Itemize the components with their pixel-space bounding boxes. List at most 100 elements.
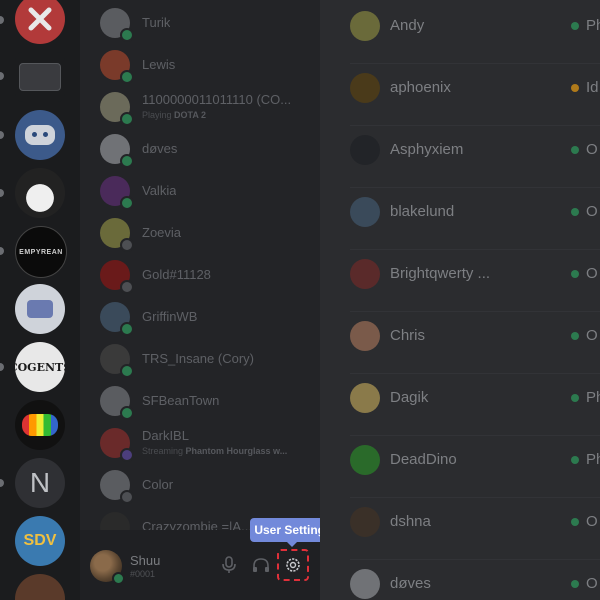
dm-item[interactable]: Zoevia bbox=[100, 212, 310, 252]
gear-icon bbox=[286, 558, 300, 572]
friend-row[interactable]: Brightqwerty ... O bbox=[350, 249, 600, 312]
friend-name: Brightqwerty ... bbox=[390, 265, 491, 282]
friend-status-dot bbox=[571, 22, 579, 30]
friend-name: Chris bbox=[390, 327, 426, 344]
friend-avatar bbox=[350, 507, 380, 537]
server-cogents-icon[interactable]: COGENTS bbox=[15, 342, 65, 392]
server-n-icon[interactable]: N bbox=[15, 458, 65, 508]
friend-row[interactable]: døves O bbox=[350, 559, 600, 600]
status-indicator bbox=[120, 322, 134, 336]
unread-indicator bbox=[0, 247, 4, 255]
friend-name: blakelund bbox=[390, 203, 455, 220]
status-indicator bbox=[120, 280, 134, 294]
server-robot-icon[interactable] bbox=[15, 110, 65, 160]
cat-icon bbox=[15, 168, 65, 218]
dm-item[interactable]: DarkIBL Streaming Phantom Hourglass w... bbox=[100, 422, 310, 462]
friend-row[interactable]: Chris O bbox=[350, 311, 600, 374]
status-indicator bbox=[120, 112, 134, 126]
friend-row[interactable]: dshna O bbox=[350, 497, 600, 560]
dm-item[interactable]: Gold#11128 bbox=[100, 254, 310, 294]
dm-item[interactable]: Valkia bbox=[100, 170, 310, 210]
server-gamepad-icon[interactable] bbox=[15, 400, 65, 450]
friend-avatar bbox=[350, 135, 380, 165]
dm-item[interactable]: TRS_Insane (Cory) bbox=[100, 338, 310, 378]
server-chat-icon[interactable] bbox=[15, 284, 65, 334]
friend-name: dshna bbox=[390, 513, 431, 530]
deafen-button[interactable] bbox=[245, 548, 277, 582]
partner-badge-icon bbox=[19, 63, 61, 91]
dm-name: Turik bbox=[142, 15, 171, 30]
friends-list: AndyPhaphoenixIdAsphyxiemOblakelundOBrig… bbox=[320, 0, 600, 600]
microphone-icon bbox=[222, 556, 236, 573]
dm-activity-verb: Playing bbox=[142, 110, 175, 120]
dm-activity-title: DOTA 2 bbox=[174, 110, 207, 120]
dm-activity: Streaming Phantom Hourglass w... bbox=[142, 446, 287, 456]
server-partial-icon[interactable] bbox=[15, 574, 65, 600]
unread-indicator bbox=[0, 363, 4, 371]
friend-status-text: O bbox=[586, 513, 598, 530]
dm-item[interactable]: SFBeanTown bbox=[100, 380, 310, 420]
friend-name: Andy bbox=[390, 17, 425, 34]
status-indicator bbox=[120, 406, 134, 420]
dm-name: Lewis bbox=[142, 57, 176, 72]
friend-status-dot bbox=[571, 518, 579, 526]
friend-row[interactable]: blakelund O bbox=[350, 187, 600, 250]
dm-name: TRS_Insane (Cory) bbox=[142, 351, 254, 366]
friend-row[interactable]: aphoenix Id bbox=[350, 63, 600, 126]
hammer-icon bbox=[28, 7, 52, 31]
headphones-icon bbox=[253, 558, 269, 572]
friend-avatar bbox=[350, 321, 380, 351]
server-empyrean-icon[interactable]: EMPYREAN bbox=[15, 226, 67, 278]
server-sdv-icon[interactable]: SDV bbox=[15, 516, 65, 566]
server-hammer-icon[interactable] bbox=[15, 0, 65, 44]
friend-status-text: O bbox=[586, 141, 598, 158]
friend-avatar bbox=[350, 11, 380, 41]
unread-indicator bbox=[0, 72, 4, 80]
user-name: Shuu bbox=[130, 553, 161, 568]
dm-name: DarkIBL bbox=[142, 428, 189, 443]
direct-messages-list: Turik Lewis 1100000011011110 (CO... Playing… bbox=[80, 0, 320, 600]
status-indicator bbox=[120, 364, 134, 378]
friend-name: Asphyxiem bbox=[390, 141, 464, 158]
dm-item[interactable]: Lewis bbox=[100, 44, 310, 84]
dm-item[interactable]: Turik bbox=[100, 2, 310, 42]
server-n-letter: N bbox=[29, 467, 51, 498]
friend-status-text: Ph bbox=[586, 389, 600, 406]
friend-status-dot bbox=[571, 84, 579, 92]
friend-row[interactable]: DeadDino Ph bbox=[350, 435, 600, 498]
chat-bubble-icon bbox=[27, 300, 53, 318]
mute-button[interactable] bbox=[213, 548, 245, 582]
user-status-indicator bbox=[112, 572, 125, 585]
unread-indicator bbox=[0, 16, 4, 24]
dm-item[interactable]: Color bbox=[100, 464, 310, 504]
friend-row[interactable]: Asphyxiem O bbox=[350, 125, 600, 188]
friend-name: aphoenix bbox=[390, 79, 451, 96]
dm-item[interactable]: GriffinWB bbox=[100, 296, 310, 336]
friend-avatar bbox=[350, 197, 380, 227]
friend-avatar bbox=[350, 445, 380, 475]
dm-name: Zoevia bbox=[142, 225, 182, 240]
dm-name: Gold#11128 bbox=[142, 267, 211, 282]
server-cat-icon[interactable] bbox=[15, 168, 65, 218]
friend-row[interactable]: Andy Ph bbox=[350, 1, 600, 64]
dm-name: GriffinWB bbox=[142, 309, 198, 324]
friend-status-text: O bbox=[586, 265, 598, 282]
friend-status-text: O bbox=[586, 575, 598, 592]
friend-name: DeadDino bbox=[390, 451, 457, 468]
friend-status-text: Id bbox=[586, 79, 599, 96]
friend-row[interactable]: Dagik Ph bbox=[350, 373, 600, 436]
dm-item[interactable]: 1100000011011110 (CO... Playing DOTA 2 bbox=[100, 86, 310, 126]
dm-item[interactable]: døves bbox=[100, 128, 310, 168]
dm-name: døves bbox=[142, 141, 178, 156]
friend-status-text: Ph bbox=[586, 17, 600, 34]
friend-avatar bbox=[350, 569, 380, 599]
user-settings-button[interactable] bbox=[277, 549, 309, 581]
server-partner-icon[interactable] bbox=[15, 52, 65, 102]
dm-name: Valkia bbox=[142, 183, 177, 198]
friend-name: døves bbox=[390, 575, 431, 592]
status-indicator bbox=[120, 490, 134, 504]
unread-indicator bbox=[0, 479, 4, 487]
friend-status-dot bbox=[571, 208, 579, 216]
cogents-logo-icon: COGENTS bbox=[15, 360, 65, 374]
empyrean-logo-icon: EMPYREAN bbox=[19, 248, 63, 256]
